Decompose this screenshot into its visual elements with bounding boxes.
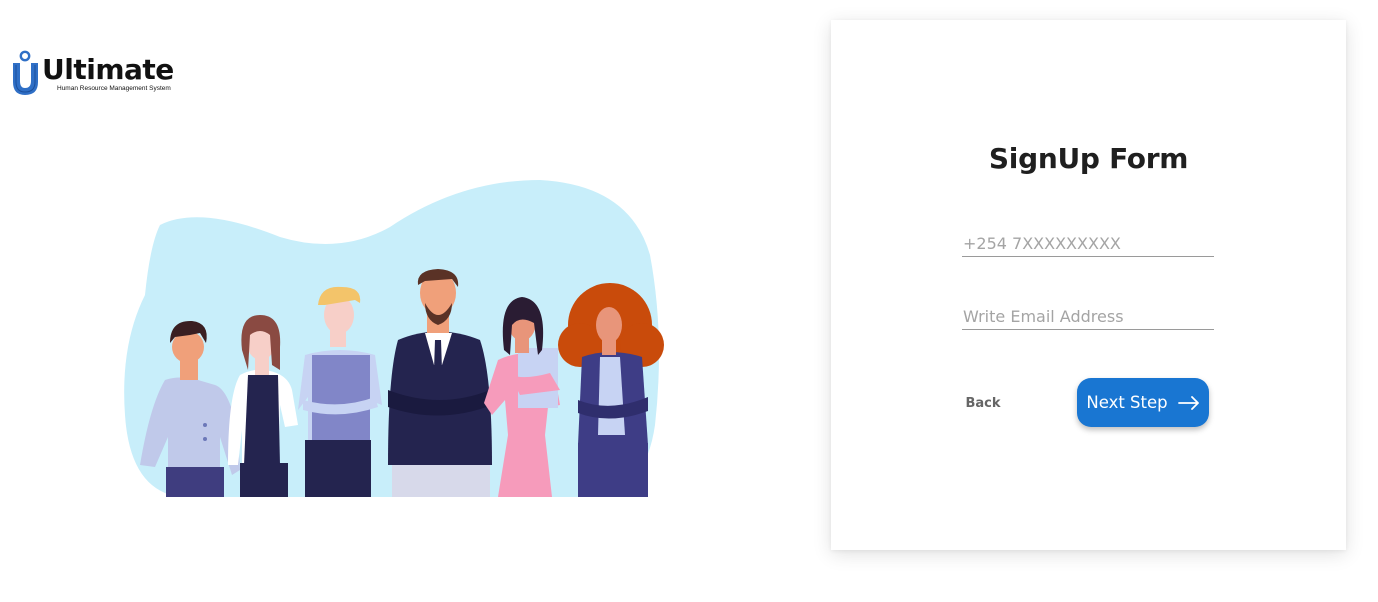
arrow-right-icon bbox=[1177, 395, 1199, 410]
form-title: SignUp Form bbox=[988, 142, 1189, 175]
next-step-button[interactable]: Next Step bbox=[1077, 378, 1209, 427]
phone-input[interactable] bbox=[962, 231, 1214, 257]
team-people-illustration bbox=[120, 175, 670, 505]
back-button[interactable]: Back bbox=[959, 391, 1007, 415]
brand-logo: Ultimate Human Resource Management Syste… bbox=[10, 50, 180, 100]
signup-card: SignUp Form Back Next Step bbox=[831, 20, 1346, 550]
next-step-label: Next Step bbox=[1086, 393, 1168, 412]
email-input[interactable] bbox=[962, 304, 1214, 330]
brand-name: Ultimate bbox=[42, 53, 174, 86]
u-pin-logo-icon bbox=[13, 50, 38, 95]
brand-tagline: Human Resource Management System bbox=[57, 85, 171, 92]
